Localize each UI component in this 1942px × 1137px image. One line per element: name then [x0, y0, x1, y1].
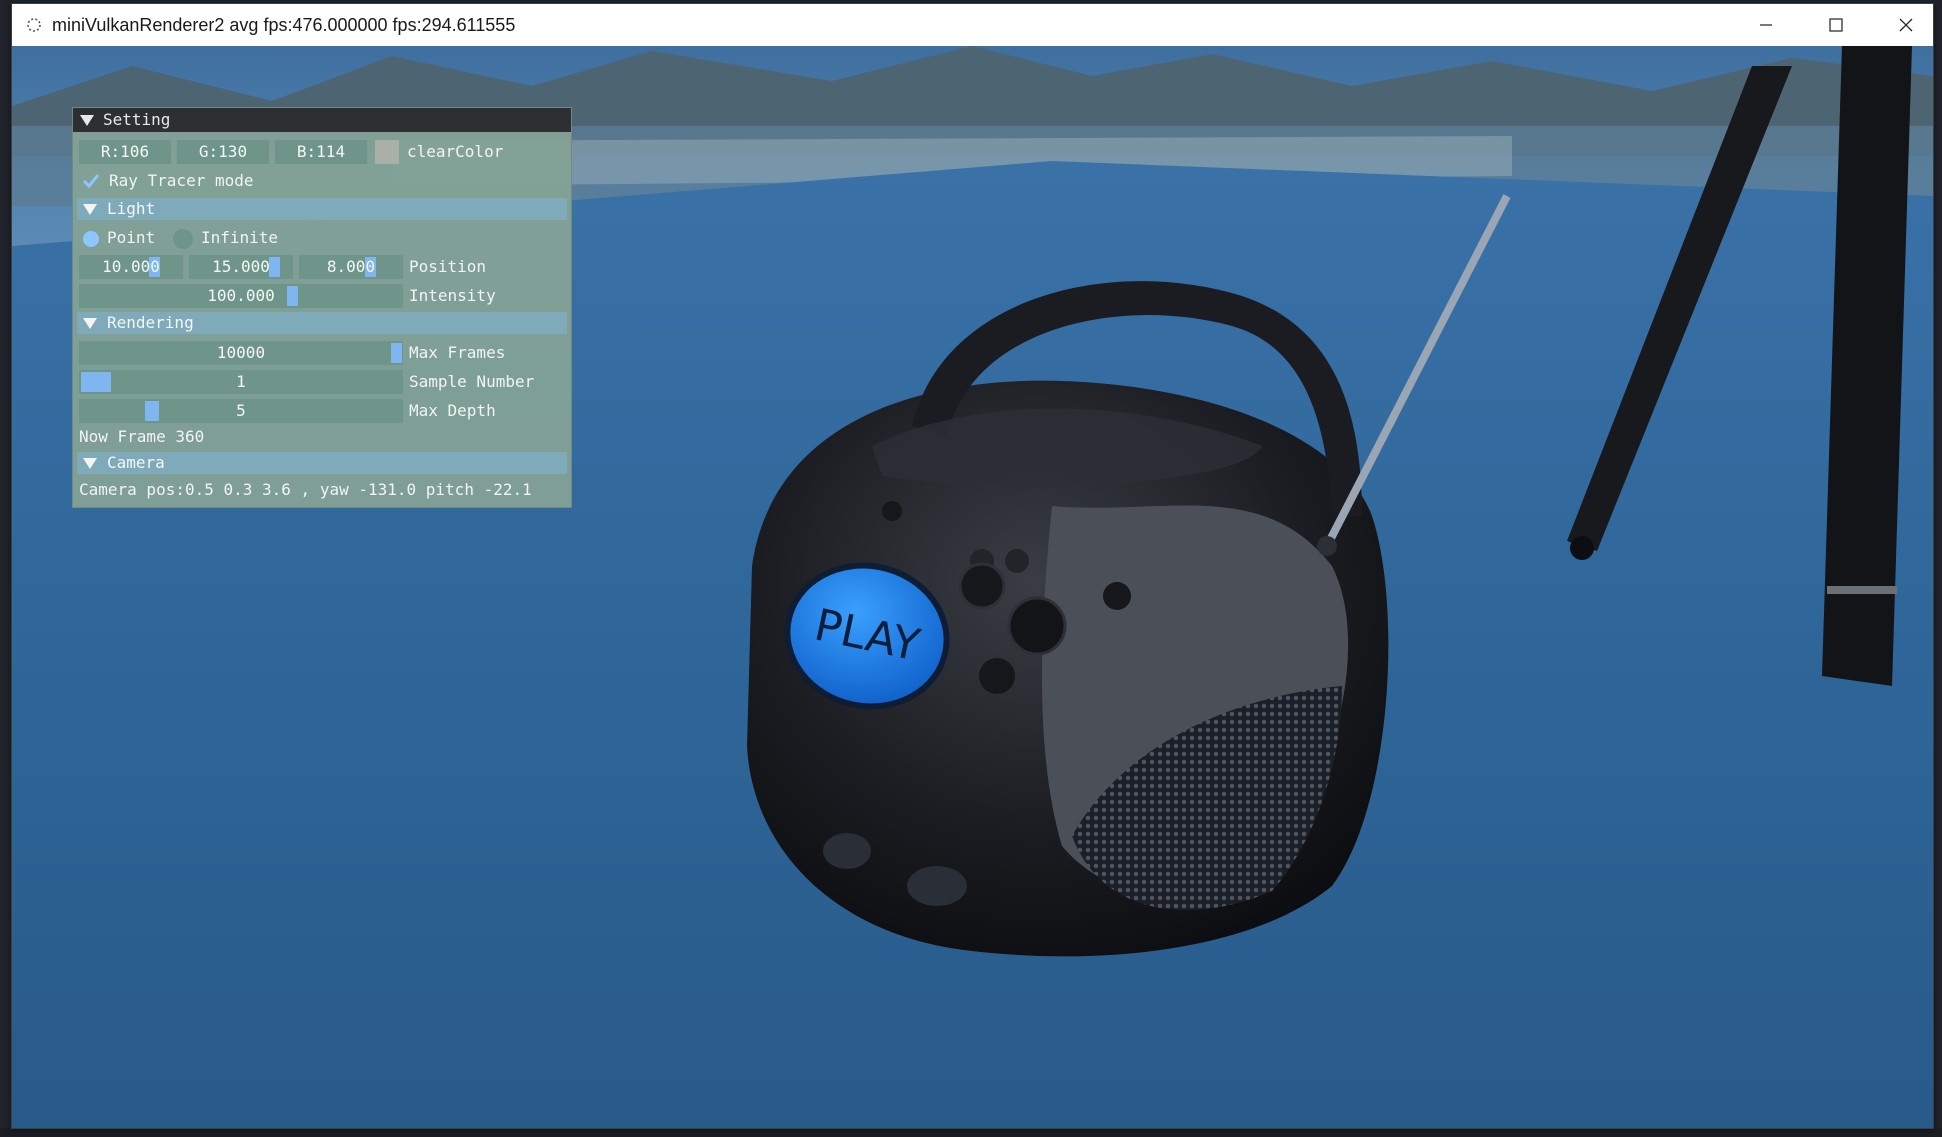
clear-color-r-field[interactable]: R:106 [79, 140, 171, 164]
ray-tracer-checkbox[interactable] [81, 172, 101, 190]
sample-number-label: Sample Number [409, 372, 535, 391]
max-depth-value: 5 [236, 401, 246, 420]
clear-color-swatch[interactable] [375, 140, 399, 164]
maximize-icon [1829, 18, 1843, 32]
light-position-y-slider[interactable]: 15.000 [189, 255, 293, 279]
settings-panel-titlebar[interactable]: Setting [73, 108, 571, 132]
max-frames-label: Max Frames [409, 343, 506, 362]
window-titlebar[interactable]: miniVulkanRenderer2 avg fps:476.000000 f… [12, 4, 1933, 46]
slider-grab[interactable] [269, 257, 280, 277]
camera-header-label: Camera [107, 453, 165, 472]
light-position-z-value: 8.000 [326, 257, 376, 276]
light-position-x-slider[interactable]: 10.000 [79, 255, 183, 279]
render-viewport[interactable]: PLAY Setting R:106 G:130 B:114 clearColo… [12, 46, 1933, 1128]
light-position-y-value: 15.000 [212, 257, 270, 276]
max-frames-slider[interactable]: 10000 [79, 341, 403, 365]
settings-panel[interactable]: Setting R:106 G:130 B:114 clearColor Ray… [72, 107, 572, 508]
light-intensity-value: 100.000 [207, 286, 275, 305]
rendering-section-header[interactable]: Rendering [77, 312, 567, 334]
light-position-z-slider[interactable]: 8.000 [299, 255, 403, 279]
app-window: miniVulkanRenderer2 avg fps:476.000000 f… [11, 3, 1934, 1129]
loading-icon [27, 18, 41, 32]
window-title: miniVulkanRenderer2 avg fps:476.000000 f… [52, 15, 516, 35]
maximize-button[interactable] [1802, 4, 1870, 46]
minimize-button[interactable] [1732, 4, 1800, 46]
light-type-point-label: Point [107, 228, 156, 247]
light-position-label: Position [409, 257, 487, 276]
desktop-background-bottom [0, 1128, 1942, 1137]
clear-color-g-field[interactable]: G:130 [177, 140, 269, 164]
light-collapse-arrow-icon [83, 204, 97, 215]
collapse-arrow-icon[interactable] [80, 115, 94, 126]
slider-grab[interactable] [145, 401, 159, 421]
camera-info-container: Camera pos:0.5 0.3 3.6 , yaw -131.0 pitc… [79, 478, 569, 502]
slider-grab[interactable] [391, 343, 402, 363]
ray-tracer-label: Ray Tracer mode [109, 171, 254, 190]
max-frames-value: 10000 [216, 343, 266, 362]
slider-grab[interactable] [287, 286, 298, 306]
camera-collapse-arrow-icon [83, 458, 97, 469]
light-header-label: Light [107, 199, 156, 218]
settings-panel-title: Setting [103, 110, 171, 129]
slider-grab[interactable] [81, 372, 111, 392]
light-type-infinite-label: Infinite [201, 228, 279, 247]
sample-number-slider[interactable]: 1 [79, 370, 403, 394]
light-position-x-value: 10.000 [102, 257, 160, 276]
camera-section-header[interactable]: Camera [77, 452, 567, 474]
light-section-header[interactable]: Light [77, 198, 567, 220]
sample-number-value: 1 [236, 372, 246, 391]
camera-info-text: Camera pos:0.5 0.3 3.6 , yaw -131.0 pitc… [79, 480, 532, 499]
light-intensity-slider[interactable]: 100.000 [79, 284, 403, 308]
rendering-collapse-arrow-icon [83, 318, 97, 329]
light-intensity-label: Intensity [409, 286, 496, 305]
max-depth-label: Max Depth [409, 401, 496, 420]
minimize-icon [1760, 24, 1772, 26]
close-button[interactable] [1872, 4, 1933, 46]
max-depth-slider[interactable]: 5 [79, 399, 403, 423]
clear-color-b-field[interactable]: B:114 [275, 140, 367, 164]
rendering-header-label: Rendering [107, 313, 194, 332]
now-frame-text: Now Frame 360 [79, 427, 205, 446]
close-icon [1899, 18, 1913, 32]
light-type-point-radio[interactable] [83, 231, 99, 247]
light-type-infinite-radio[interactable] [173, 229, 193, 249]
clear-color-label: clearColor [407, 142, 504, 161]
